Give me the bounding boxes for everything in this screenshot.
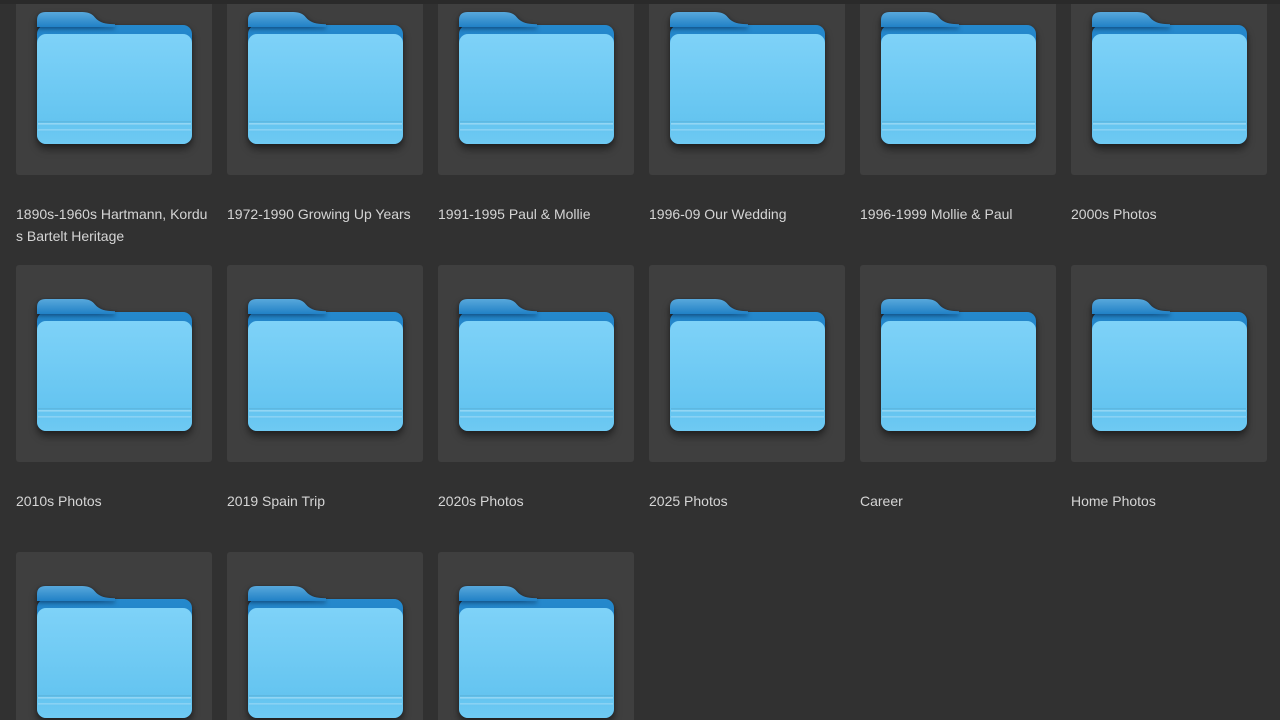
folder-item[interactable]: 2020s Photos: [438, 265, 634, 552]
folder-tile[interactable]: [438, 552, 634, 720]
folder-label[interactable]: 1972-1990 Growing Up Years: [227, 203, 423, 225]
folder-item[interactable]: [227, 552, 423, 720]
folder-item[interactable]: 2010s Photos: [16, 265, 212, 552]
folder-grid: 1890s-1960s Hartmann, Kordus Bartelt Her…: [0, 0, 1267, 720]
folder-label[interactable]: Career: [860, 490, 1056, 512]
folder-label[interactable]: 2010s Photos: [16, 490, 212, 512]
folder-label[interactable]: 2019 Spain Trip: [227, 490, 423, 512]
folder-item[interactable]: 2025 Photos: [649, 265, 845, 552]
folder-item[interactable]: 2000s Photos: [1071, 0, 1267, 265]
folder-tile[interactable]: [649, 265, 845, 462]
folder-item[interactable]: 1996-09 Our Wedding: [649, 0, 845, 265]
folder-icon: [37, 298, 192, 431]
folder-icon: [248, 11, 403, 144]
folder-icon: [248, 298, 403, 431]
folder-item[interactable]: 1996-1999 Mollie & Paul: [860, 0, 1056, 265]
content-panel: 1890s-1960s Hartmann, Kordus Bartelt Her…: [0, 0, 1280, 720]
folder-label[interactable]: 1991-1995 Paul & Mollie: [438, 203, 634, 225]
folder-icon: [1092, 298, 1247, 431]
folder-tile[interactable]: [227, 0, 423, 175]
folder-item[interactable]: [16, 552, 212, 720]
folder-item[interactable]: 1890s-1960s Hartmann, Kordus Bartelt Her…: [16, 0, 212, 265]
folder-icon: [459, 585, 614, 718]
folder-tile[interactable]: [649, 0, 845, 175]
folder-icon: [670, 298, 825, 431]
folder-item[interactable]: 1991-1995 Paul & Mollie: [438, 0, 634, 265]
folder-tile[interactable]: [438, 0, 634, 175]
folder-icon: [881, 298, 1036, 431]
folder-tile[interactable]: [227, 265, 423, 462]
folder-label[interactable]: 2020s Photos: [438, 490, 634, 512]
folder-label[interactable]: 2000s Photos: [1071, 203, 1267, 225]
folder-tile[interactable]: [227, 552, 423, 720]
folder-tile[interactable]: [860, 265, 1056, 462]
folder-icon: [459, 11, 614, 144]
folder-icon: [37, 585, 192, 718]
folder-tile[interactable]: [860, 0, 1056, 175]
folder-item[interactable]: [438, 552, 634, 720]
folder-icon: [670, 11, 825, 144]
folder-tile[interactable]: [1071, 265, 1267, 462]
folder-item[interactable]: 1972-1990 Growing Up Years: [227, 0, 423, 265]
folder-item[interactable]: 2019 Spain Trip: [227, 265, 423, 552]
folder-label[interactable]: 1890s-1960s Hartmann, Kordus Bartelt Her…: [16, 203, 212, 247]
folder-item[interactable]: Career: [860, 265, 1056, 552]
folder-label[interactable]: 1996-1999 Mollie & Paul: [860, 203, 1056, 225]
folder-label[interactable]: 1996-09 Our Wedding: [649, 203, 845, 225]
top-edge-divider: [0, 0, 1280, 4]
folder-label[interactable]: 2025 Photos: [649, 490, 845, 512]
folder-tile[interactable]: [16, 265, 212, 462]
folder-item[interactable]: Home Photos: [1071, 265, 1267, 552]
folder-tile[interactable]: [1071, 0, 1267, 175]
folder-icon: [459, 298, 614, 431]
folder-tile[interactable]: [16, 552, 212, 720]
folder-icon: [881, 11, 1036, 144]
folder-icon: [248, 585, 403, 718]
folder-tile[interactable]: [16, 0, 212, 175]
folder-icon: [37, 11, 192, 144]
folder-icon: [1092, 11, 1247, 144]
folder-label[interactable]: Home Photos: [1071, 490, 1267, 512]
folder-tile[interactable]: [438, 265, 634, 462]
